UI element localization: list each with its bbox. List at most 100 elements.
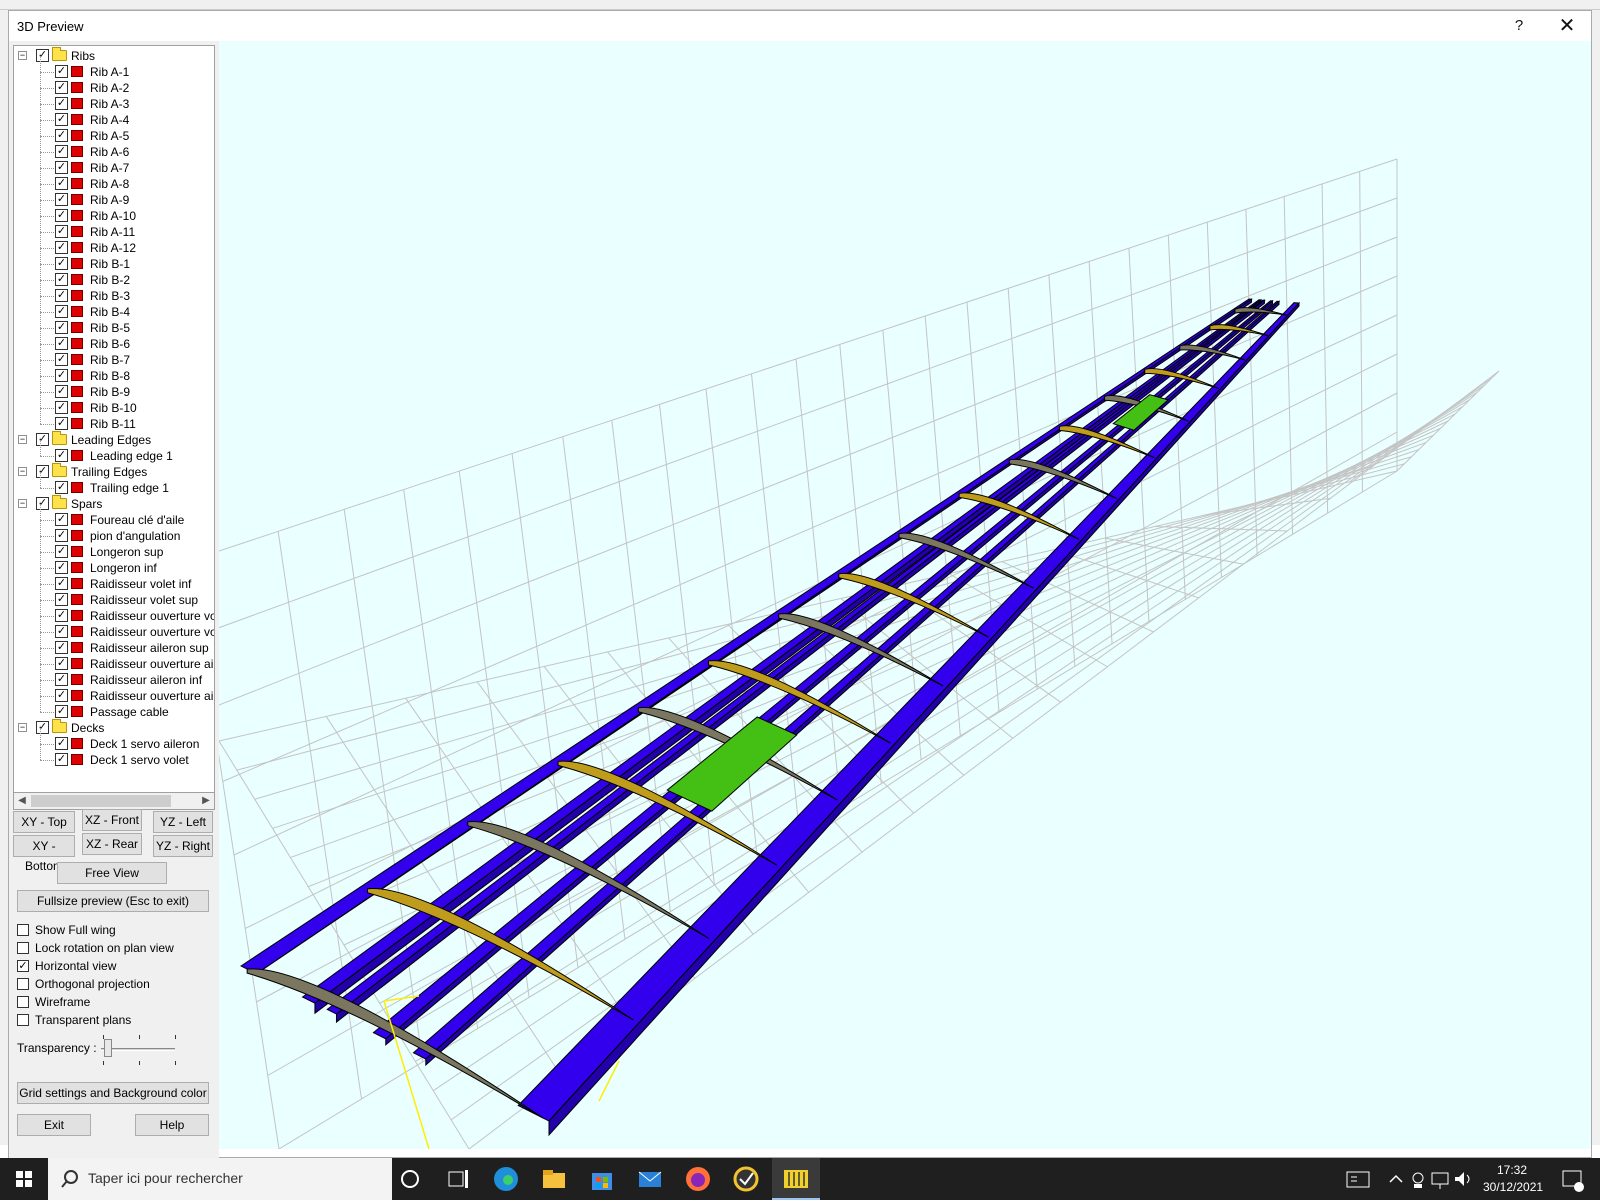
- volume-icon[interactable]: [1449, 1164, 1479, 1194]
- xz-front-button[interactable]: XZ - Front: [82, 809, 142, 831]
- mail-icon[interactable]: [635, 1164, 665, 1194]
- wing-3d-render[interactable]: [219, 41, 1591, 1149]
- tree-item-row[interactable]: ✓ Raidisseur ouverture volet: [14, 624, 214, 640]
- tree-item-row[interactable]: ✓ Rib A-3: [14, 96, 214, 112]
- tree-group-row[interactable]: − ✓ Decks: [14, 719, 214, 736]
- tree-item-row[interactable]: ✓ Raidisseur aileron sup: [14, 640, 214, 656]
- edge-browser-icon[interactable]: [491, 1164, 521, 1194]
- item-checkbox[interactable]: ✓: [55, 577, 68, 590]
- tree-item-row[interactable]: ✓ Passage cable: [14, 704, 214, 720]
- option-checkbox[interactable]: [17, 978, 29, 990]
- tree-group-row[interactable]: − ✓ Spars: [14, 495, 214, 512]
- item-checkbox[interactable]: ✓: [55, 209, 68, 222]
- item-checkbox[interactable]: ✓: [55, 369, 68, 382]
- item-checkbox[interactable]: ✓: [55, 353, 68, 366]
- item-checkbox[interactable]: ✓: [55, 97, 68, 110]
- yz-right-button[interactable]: YZ - Right: [153, 835, 213, 857]
- item-checkbox[interactable]: ✓: [55, 401, 68, 414]
- item-checkbox[interactable]: ✓: [55, 113, 68, 126]
- tree-horizontal-scrollbar[interactable]: ◀ ▶: [13, 793, 215, 810]
- item-checkbox[interactable]: ✓: [55, 625, 68, 638]
- tree-item-row[interactable]: ✓ Raidisseur volet inf: [14, 576, 214, 592]
- group-checkbox[interactable]: ✓: [36, 497, 49, 510]
- item-checkbox[interactable]: ✓: [55, 321, 68, 334]
- clock-time[interactable]: 17:32: [1497, 1163, 1527, 1177]
- collapse-icon[interactable]: −: [18, 467, 27, 476]
- item-checkbox[interactable]: ✓: [55, 177, 68, 190]
- option-checkbox[interactable]: [17, 1014, 29, 1026]
- tree-item-row[interactable]: ✓ Raidisseur aileron inf: [14, 672, 214, 688]
- xy-top-button[interactable]: XY - Top: [13, 811, 75, 833]
- tree-item-row[interactable]: ✓ Rib A-12: [14, 240, 214, 256]
- active-app-tab[interactable]: [772, 1158, 820, 1200]
- item-checkbox[interactable]: ✓: [55, 513, 68, 526]
- option-checkbox[interactable]: [17, 996, 29, 1008]
- scroll-right-arrow-icon[interactable]: ▶: [198, 793, 214, 809]
- option-checkbox[interactable]: [17, 942, 29, 954]
- item-checkbox[interactable]: ✓: [55, 737, 68, 750]
- item-checkbox[interactable]: ✓: [55, 257, 68, 270]
- tree-item-row[interactable]: ✓ Raidisseur ouverture ailerc: [14, 688, 214, 704]
- item-checkbox[interactable]: ✓: [55, 545, 68, 558]
- item-checkbox[interactable]: ✓: [55, 385, 68, 398]
- item-checkbox[interactable]: ✓: [55, 337, 68, 350]
- item-checkbox[interactable]: ✓: [55, 65, 68, 78]
- tree-group-row[interactable]: − ✓ Leading Edges: [14, 431, 214, 448]
- item-checkbox[interactable]: ✓: [55, 449, 68, 462]
- item-checkbox[interactable]: ✓: [55, 641, 68, 654]
- tree-item-row[interactable]: ✓ Rib A-7: [14, 160, 214, 176]
- collapse-icon[interactable]: −: [18, 435, 27, 444]
- tree-item-row[interactable]: ✓ Longeron inf: [14, 560, 214, 576]
- group-checkbox[interactable]: ✓: [36, 721, 49, 734]
- tree-item-row[interactable]: ✓ Rib B-2: [14, 272, 214, 288]
- item-checkbox[interactable]: ✓: [55, 673, 68, 686]
- tree-item-row[interactable]: ✓ Foureau clé d'aile: [14, 512, 214, 528]
- tree-item-row[interactable]: ✓ Raidisseur ouverture ailerc: [14, 656, 214, 672]
- xz-rear-button[interactable]: XZ - Rear: [82, 833, 142, 855]
- help-dialog-button[interactable]: Help: [135, 1114, 209, 1136]
- tree-item-row[interactable]: ✓ Rib A-1: [14, 64, 214, 80]
- item-checkbox[interactable]: ✓: [55, 657, 68, 670]
- item-checkbox[interactable]: ✓: [55, 417, 68, 430]
- tree-item-row[interactable]: ✓ Rib B-3: [14, 288, 214, 304]
- collapse-icon[interactable]: −: [18, 499, 27, 508]
- item-checkbox[interactable]: ✓: [55, 305, 68, 318]
- item-checkbox[interactable]: ✓: [55, 129, 68, 142]
- item-checkbox[interactable]: ✓: [55, 529, 68, 542]
- tree-item-row[interactable]: ✓ Rib A-9: [14, 192, 214, 208]
- item-checkbox[interactable]: ✓: [55, 225, 68, 238]
- group-checkbox[interactable]: ✓: [36, 433, 49, 446]
- collapse-icon[interactable]: −: [18, 723, 27, 732]
- tree-item-row[interactable]: ✓ Rib A-2: [14, 80, 214, 96]
- tree-item-row[interactable]: ✓ Raidisseur volet sup: [14, 592, 214, 608]
- free-view-button[interactable]: Free View: [57, 862, 167, 884]
- tree-item-row[interactable]: ✓ Rib B-7: [14, 352, 214, 368]
- tree-item-row[interactable]: ✓ Rib A-10: [14, 208, 214, 224]
- collapse-icon[interactable]: −: [18, 51, 27, 60]
- item-checkbox[interactable]: ✓: [55, 241, 68, 254]
- news-widget-icon[interactable]: [1343, 1164, 1373, 1194]
- fullsize-preview-button[interactable]: Fullsize preview (Esc to exit): [17, 890, 209, 912]
- item-checkbox[interactable]: ✓: [55, 609, 68, 622]
- group-checkbox[interactable]: ✓: [36, 49, 49, 62]
- tree-item-row[interactable]: ✓ Rib B-5: [14, 320, 214, 336]
- item-checkbox[interactable]: ✓: [55, 481, 68, 494]
- parts-tree[interactable]: − ✓ Ribs ✓ Rib A-1 ✓ Rib A-2 ✓ Rib A-3 ✓: [13, 45, 215, 793]
- tree-item-row[interactable]: ✓ Rib B-1: [14, 256, 214, 272]
- scroll-left-arrow-icon[interactable]: ◀: [14, 793, 30, 809]
- scrollbar-thumb[interactable]: [31, 795, 171, 807]
- tree-item-row[interactable]: ✓ Rib B-10: [14, 400, 214, 416]
- tree-item-row[interactable]: ✓ Rib B-9: [14, 384, 214, 400]
- item-checkbox[interactable]: ✓: [55, 753, 68, 766]
- tree-item-row[interactable]: ✓ pion d'angulation: [14, 528, 214, 544]
- clock-date[interactable]: 30/12/2021: [1483, 1180, 1543, 1194]
- xy-bottom-button[interactable]: XY - Bottom: [13, 835, 75, 873]
- tree-item-row[interactable]: ✓ Deck 1 servo aileron: [14, 736, 214, 752]
- tree-item-row[interactable]: ✓ Rib B-8: [14, 368, 214, 384]
- 3d-viewport[interactable]: [219, 41, 1591, 1149]
- transparency-slider-thumb[interactable]: [104, 1039, 113, 1057]
- item-checkbox[interactable]: ✓: [55, 705, 68, 718]
- taskbar-search-box[interactable]: Taper ici pour rechercher: [48, 1158, 392, 1200]
- tree-item-row[interactable]: ✓ Rib A-6: [14, 144, 214, 160]
- option-checkbox[interactable]: [17, 924, 29, 936]
